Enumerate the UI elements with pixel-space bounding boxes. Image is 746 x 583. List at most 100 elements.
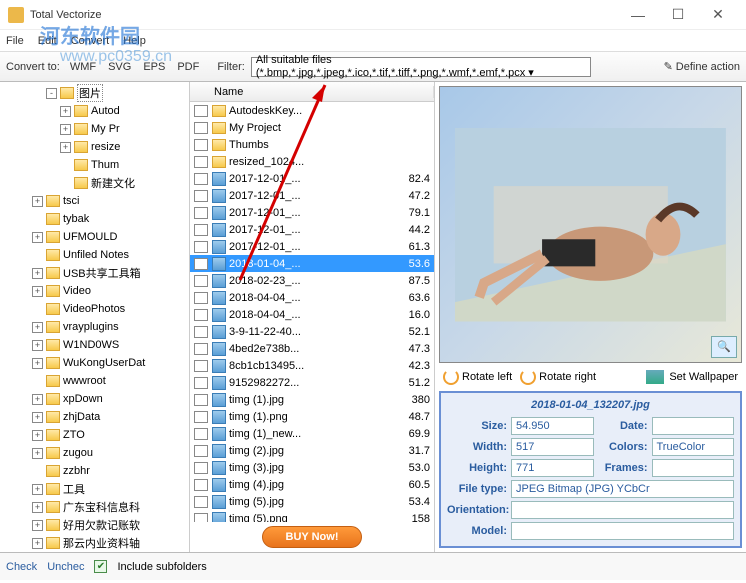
expand-icon[interactable]: + [32,268,43,279]
tree-item[interactable]: +zugou [0,444,189,462]
tree-item[interactable]: +WuKongUserDat [0,354,189,372]
expand-icon[interactable]: + [32,340,43,351]
expand-icon[interactable]: + [32,286,43,297]
col-name[interactable]: Name [208,86,434,98]
file-checkbox[interactable] [194,139,208,151]
rotate-right-button[interactable]: Rotate right [520,369,596,385]
zoom-button[interactable]: 🔍 [711,336,737,358]
file-checkbox[interactable] [194,173,208,185]
tree-item[interactable]: -图片 [0,84,189,102]
file-checkbox[interactable] [194,360,208,372]
file-checkbox[interactable] [194,411,208,423]
tree-item[interactable]: +广东宝科信息科 [0,498,189,516]
file-row[interactable]: timg (3).jpg53.0 [190,459,434,476]
set-wallpaper-button[interactable]: Set Wallpaper [646,370,738,384]
format-eps[interactable]: EPS [139,59,169,75]
file-checkbox[interactable] [194,292,208,304]
menu-edit[interactable]: Edit [38,35,57,47]
close-button[interactable]: ✕ [698,6,738,23]
tree-item[interactable]: +My Pr [0,120,189,138]
file-checkbox[interactable] [194,462,208,474]
list-body[interactable]: AutodeskKey...My ProjectThumbsresized_10… [190,102,434,522]
file-checkbox[interactable] [194,190,208,202]
expand-icon[interactable]: + [32,520,43,531]
file-checkbox[interactable] [194,394,208,406]
file-checkbox[interactable] [194,513,208,523]
file-checkbox[interactable] [194,207,208,219]
format-svg[interactable]: SVG [104,59,135,75]
file-row[interactable]: resized_1024... [190,153,434,170]
file-checkbox[interactable] [194,122,208,134]
tree-item[interactable]: wwwroot [0,372,189,390]
expand-icon[interactable]: + [32,394,43,405]
tree-item[interactable]: +zhjData [0,408,189,426]
file-row[interactable]: 8cb1cb13495...42.3 [190,357,434,374]
file-row[interactable]: timg (4).jpg60.5 [190,476,434,493]
file-row[interactable]: 2017-12-01_...47.2 [190,187,434,204]
expand-icon[interactable]: + [60,106,71,117]
file-row[interactable]: My Project [190,119,434,136]
file-checkbox[interactable] [194,377,208,389]
expand-icon[interactable]: + [32,538,43,549]
maximize-button[interactable]: ☐ [658,6,698,23]
file-row[interactable]: 4bed2e738b...47.3 [190,340,434,357]
expand-icon[interactable]: + [60,142,71,153]
file-checkbox[interactable] [194,105,208,117]
file-row[interactable]: Thumbs [190,136,434,153]
file-checkbox[interactable] [194,326,208,338]
file-row[interactable]: timg (5).png158 [190,510,434,522]
menu-help[interactable]: Help [123,35,146,47]
file-row[interactable]: timg (1)_new...69.9 [190,425,434,442]
file-checkbox[interactable] [194,258,208,270]
file-row[interactable]: 2017-12-01_...61.3 [190,238,434,255]
tree-item[interactable]: +UFMOULD [0,228,189,246]
file-row[interactable]: 2017-12-01_...79.1 [190,204,434,221]
file-checkbox[interactable] [194,156,208,168]
file-row[interactable]: AutodeskKey... [190,102,434,119]
file-row[interactable]: 2017-12-01_...44.2 [190,221,434,238]
include-subfolders-checkbox[interactable]: ✔ [94,560,107,573]
file-row[interactable]: 9152982272...51.2 [190,374,434,391]
minimize-button[interactable]: — [618,7,658,23]
tree-item[interactable]: +Video [0,282,189,300]
expand-icon[interactable]: + [32,430,43,441]
tree-item[interactable]: VideoPhotos [0,300,189,318]
file-row[interactable]: timg (5).jpg53.4 [190,493,434,510]
format-pdf[interactable]: PDF [173,59,203,75]
tree-item[interactable]: +工具 [0,480,189,498]
check-all-link[interactable]: Check [6,561,37,573]
file-row[interactable]: timg (1).jpg380 [190,391,434,408]
tree-item[interactable]: +W1ND0WS [0,336,189,354]
file-row[interactable]: timg (2).jpg31.7 [190,442,434,459]
uncheck-all-link[interactable]: Unchec [47,561,84,573]
menu-convert[interactable]: Convert [71,35,110,47]
file-row[interactable]: 2018-01-04_...53.6 [190,255,434,272]
buy-now-button[interactable]: BUY Now! [262,526,362,548]
tree-item[interactable]: +tsci [0,192,189,210]
tree-item[interactable]: +resize [0,138,189,156]
file-checkbox[interactable] [194,224,208,236]
file-checkbox[interactable] [194,479,208,491]
expand-icon[interactable]: + [32,232,43,243]
folder-tree[interactable]: -图片+Autod+My Pr+resizeThum新建文化+tscitybak… [0,82,190,552]
tree-item[interactable]: +ZTO [0,426,189,444]
tree-item[interactable]: tybak [0,210,189,228]
file-checkbox[interactable] [194,496,208,508]
tree-item[interactable]: zzbhr [0,462,189,480]
file-row[interactable]: 2018-04-04_...63.6 [190,289,434,306]
file-row[interactable]: 2018-02-23_...87.5 [190,272,434,289]
file-checkbox[interactable] [194,343,208,355]
expand-icon[interactable]: + [32,196,43,207]
expand-icon[interactable]: + [60,124,71,135]
file-row[interactable]: 3-9-11-22-40...52.1 [190,323,434,340]
expand-icon[interactable]: + [32,358,43,369]
menu-file[interactable]: File [6,35,24,47]
expand-icon[interactable]: + [32,448,43,459]
file-row[interactable]: 2017-12-01_...82.4 [190,170,434,187]
tree-item[interactable]: +好用欠款记账软 [0,516,189,534]
tree-item[interactable]: +xpDown [0,390,189,408]
expand-icon[interactable]: - [46,88,57,99]
file-row[interactable]: 2018-04-04_...16.0 [190,306,434,323]
expand-icon[interactable]: + [32,502,43,513]
file-checkbox[interactable] [194,309,208,321]
